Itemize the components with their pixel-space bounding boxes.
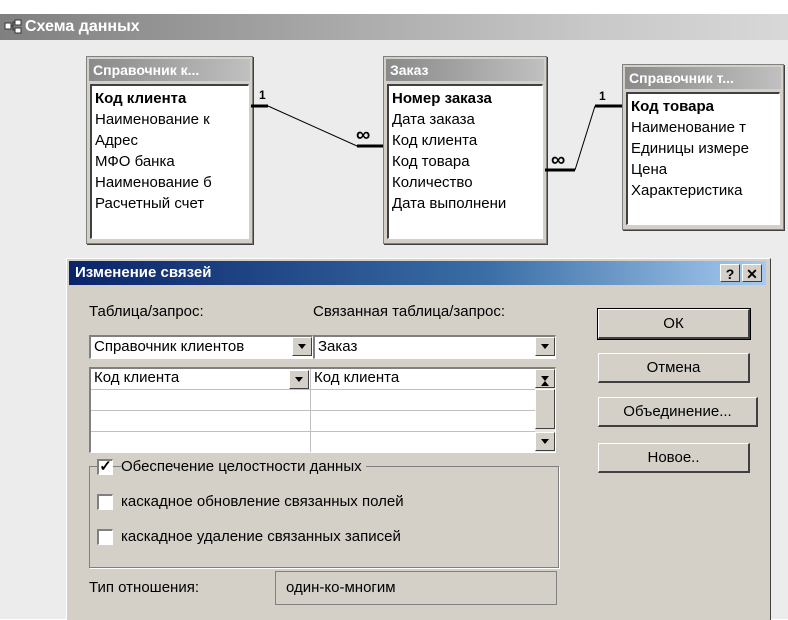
primary-key-field[interactable]: Код товара xyxy=(631,96,779,117)
integrity-label[interactable]: Обеспечение целостности данных xyxy=(121,458,366,475)
help-button[interactable]: ? xyxy=(720,264,740,282)
table-clients[interactable]: Справочник к... Код клиента Наименование… xyxy=(86,56,253,244)
scroll-down-icon[interactable] xyxy=(535,432,555,451)
cancel-button[interactable]: Отмена xyxy=(598,353,750,383)
relation-type-value: один-ко-многим xyxy=(275,571,557,605)
edit-relationships-dialog: Изменение связей ? ✕ Таблица/запрос: Свя… xyxy=(66,258,771,620)
cascade-delete-checkbox[interactable] xyxy=(97,529,113,545)
scroll-up-icon[interactable] xyxy=(535,369,555,388)
field-item[interactable]: Дата заказа xyxy=(392,109,542,130)
join-fields-grid[interactable]: Код клиента Код клиента xyxy=(89,367,556,453)
field-item[interactable]: МФО банка xyxy=(95,151,248,172)
table-orders[interactable]: Заказ Номер заказа Дата заказа Код клиен… xyxy=(383,56,547,244)
table-title[interactable]: Справочник т... xyxy=(625,67,781,89)
field-item[interactable]: Наименование б xyxy=(95,172,248,193)
primary-key-field[interactable]: Код клиента xyxy=(95,88,248,109)
scrollbar-thumb[interactable] xyxy=(535,389,555,429)
related-table-select[interactable]: Заказ xyxy=(313,335,556,359)
field-item[interactable]: Расчетный счет xyxy=(95,193,248,214)
table-field-list[interactable]: Код клиента Наименование к Адрес МФО бан… xyxy=(90,84,249,239)
table-products[interactable]: Справочник т... Код товара Наименование … xyxy=(622,64,784,230)
field-item[interactable]: Единицы измере xyxy=(631,138,779,159)
close-button[interactable]: ✕ xyxy=(742,264,762,282)
field-item[interactable]: Характеристика xyxy=(631,180,779,201)
cascade-delete-label[interactable]: каскадное удаление связанных записей xyxy=(121,528,405,545)
related-table-label: Связанная таблица/запрос: xyxy=(313,303,506,320)
table-title[interactable]: Справочник к... xyxy=(89,59,250,81)
related-table-value: Заказ xyxy=(318,338,358,355)
field-item[interactable]: Дата выполнени xyxy=(392,193,542,214)
field-item[interactable]: Цена xyxy=(631,159,779,180)
check-mark-icon: ✓ xyxy=(99,458,112,475)
field-item[interactable]: Адрес xyxy=(95,130,248,151)
table-field-list[interactable]: Код товара Наименование т Единицы измере… xyxy=(626,92,780,225)
relation-type-label: Тип отношения: xyxy=(89,579,200,596)
integrity-checkbox[interactable]: ✓ xyxy=(97,459,113,475)
grid-row-0-left[interactable]: Код клиента xyxy=(94,369,284,386)
ok-button[interactable]: ОК xyxy=(597,308,751,340)
table-title[interactable]: Заказ xyxy=(386,59,544,81)
chevron-down-icon[interactable] xyxy=(535,337,555,356)
schema-title-bar: Схема данных xyxy=(0,14,788,40)
field-item[interactable]: Код клиента xyxy=(392,130,542,151)
chevron-down-icon[interactable] xyxy=(292,337,312,356)
dialog-title-bar[interactable]: Изменение связей ? ✕ xyxy=(69,261,766,285)
relationships-icon xyxy=(4,19,22,34)
join-type-button[interactable]: Объединение... xyxy=(598,397,758,427)
field-item[interactable]: Наименование т xyxy=(631,117,779,138)
schema-title: Схема данных xyxy=(25,18,140,35)
field-item[interactable]: Код товара xyxy=(392,151,542,172)
field-item[interactable]: Количество xyxy=(392,172,542,193)
cascade-update-label[interactable]: каскадное обновление связанных полей xyxy=(121,493,408,510)
grid-row-0-right[interactable]: Код клиента xyxy=(314,369,532,386)
chevron-down-icon[interactable] xyxy=(289,370,309,389)
dialog-title: Изменение связей xyxy=(75,264,212,281)
table-query-select[interactable]: Справочник клиентов xyxy=(89,335,313,359)
cascade-update-checkbox[interactable] xyxy=(97,494,113,510)
table-field-list[interactable]: Номер заказа Дата заказа Код клиента Код… xyxy=(387,84,543,239)
field-item[interactable]: Наименование к xyxy=(95,109,248,130)
integrity-group xyxy=(89,466,559,568)
primary-key-field[interactable]: Номер заказа xyxy=(392,88,542,109)
table-query-label: Таблица/запрос: xyxy=(89,303,204,320)
table-query-value: Справочник клиентов xyxy=(94,338,245,355)
create-new-button[interactable]: Новое.. xyxy=(598,443,750,473)
